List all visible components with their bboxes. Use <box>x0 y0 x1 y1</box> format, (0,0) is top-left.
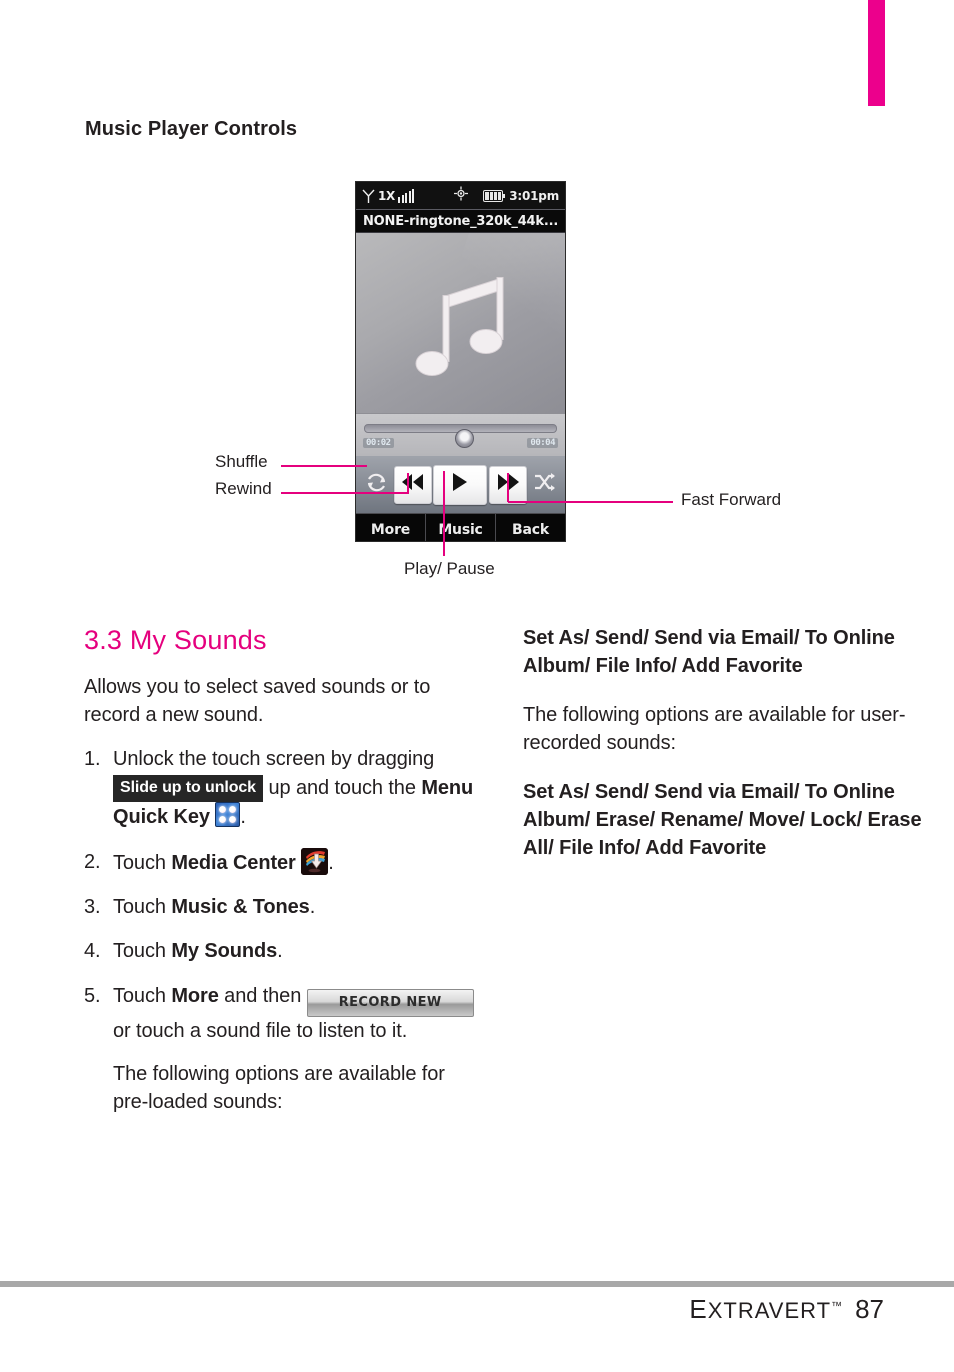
track-title: NONE-ringtone_320k_44k... <box>363 213 559 229</box>
softkey-music[interactable]: Music <box>425 514 495 541</box>
step-4: 4. Touch My Sounds. <box>84 937 484 965</box>
step-2-lead-text: Touch <box>113 851 172 874</box>
signal-icon <box>362 189 375 203</box>
music-note-icon <box>407 265 515 388</box>
play-pause-button[interactable] <box>433 464 488 505</box>
battery-icon <box>483 189 506 202</box>
section-intro: Allows you to select saved sounds or to … <box>84 676 431 726</box>
repeat-icon <box>364 470 389 500</box>
signal-bars-icon <box>398 188 415 203</box>
callout-leader-ff-v <box>507 473 509 502</box>
shuffle-button[interactable] <box>529 470 559 500</box>
player-controls <box>356 456 565 513</box>
right-column: Set As/ Send/ Send via Email/ To Online … <box>523 625 923 878</box>
callout-fast-forward: Fast Forward <box>681 490 782 509</box>
seek-knob[interactable] <box>454 429 474 448</box>
phone-screenshot: 1X 3:01pm NONE-ringtone_320k_44k... 00:0… <box>355 181 566 542</box>
callout-leader-playpause <box>443 471 445 556</box>
seek-bar[interactable] <box>364 424 557 448</box>
album-art-area <box>356 233 565 413</box>
step-1-mid-text: up and touch the <box>262 776 422 799</box>
play-icon <box>452 473 468 496</box>
step-1-lead-text: Unlock the touch screen by dragging <box>113 748 435 771</box>
rewind-button[interactable] <box>393 465 432 504</box>
callout-leader-ff-h <box>508 501 673 503</box>
step-5-mid-text: and then <box>218 984 307 1007</box>
footer-divider <box>0 1281 954 1287</box>
callout-leader-rewind-v <box>407 473 409 494</box>
step-5-lead-text: Touch <box>113 984 172 1007</box>
step-5-tail-text: or touch a sound file to listen to it. <box>113 1019 408 1042</box>
preloaded-note: The following options are available for … <box>113 1063 445 1113</box>
more-label: More <box>171 984 219 1007</box>
repeat-button[interactable] <box>362 470 392 500</box>
status-time: 3:01pm <box>509 188 559 203</box>
total-time: 00:04 <box>527 438 558 448</box>
menu-quick-key-icon[interactable] <box>215 802 241 828</box>
page-title: Music Player Controls <box>85 118 298 140</box>
options-recorded: Set As/ Send/ Send via Email/ To Online … <box>523 781 922 859</box>
callout-play-pause: Play/ Pause <box>404 559 495 578</box>
page-number: 87 <box>855 1294 884 1324</box>
callout-shuffle: Shuffle <box>215 452 268 471</box>
step-3: 3. Touch Music & Tones. <box>84 893 484 921</box>
step-2-number: 2. <box>84 850 101 873</box>
left-column: 3.3 My Sounds Allows you to select saved… <box>84 625 484 1132</box>
network-label: 1X <box>378 188 396 203</box>
music-and-tones-label: Music & Tones <box>171 896 310 919</box>
step-4-number: 4. <box>84 940 101 963</box>
recorded-note: The following options are available for … <box>523 704 906 754</box>
callout-leader-shuffle <box>281 465 367 467</box>
softkey-back[interactable]: Back <box>495 514 565 541</box>
page-edge-tab <box>868 0 885 106</box>
options-preloaded: Set As/ Send/ Send via Email/ To Online … <box>523 627 895 677</box>
slide-to-unlock-chip[interactable]: Slide up to unlock <box>113 774 263 803</box>
brand-name: EXTRAVERT™ <box>689 1294 844 1324</box>
media-center-icon[interactable] <box>301 847 329 875</box>
record-new-button[interactable]: RECORD NEW <box>306 988 474 1017</box>
softkey-more[interactable]: More <box>356 514 425 541</box>
soft-key-bar: More Music Back <box>356 513 565 541</box>
step-4-lead-text: Touch <box>113 940 172 963</box>
steps-list: 1. Unlock the touch screen by dragging S… <box>84 745 484 1116</box>
footer: EXTRAVERT™ 87 <box>689 1294 884 1325</box>
step-3-number: 3. <box>84 896 101 919</box>
elapsed-time: 00:02 <box>363 438 394 448</box>
section-heading: 3.3 My Sounds <box>84 625 267 655</box>
callout-rewind: Rewind <box>215 479 272 498</box>
callout-leader-rewind-h <box>281 492 408 494</box>
trademark-symbol: ™ <box>831 1300 844 1313</box>
phone-status-bar: 1X 3:01pm <box>356 182 565 209</box>
step-3-lead-text: Touch <box>113 896 172 919</box>
seek-area: 00:02 00:04 <box>356 413 565 456</box>
shuffle-icon <box>532 470 557 500</box>
my-sounds-label: My Sounds <box>171 940 278 963</box>
location-icon <box>453 186 468 206</box>
step-5: 5. Touch More and then RECORD NEW or tou… <box>84 982 484 1117</box>
step-5-number: 5. <box>84 984 101 1007</box>
step-1-number: 1. <box>84 748 101 771</box>
media-center-label: Media Center <box>171 851 296 874</box>
step-1: 1. Unlock the touch screen by dragging S… <box>84 745 484 832</box>
track-title-bar: NONE-ringtone_320k_44k... <box>356 209 565 233</box>
step-2: 2. Touch Media Center . <box>84 847 484 877</box>
